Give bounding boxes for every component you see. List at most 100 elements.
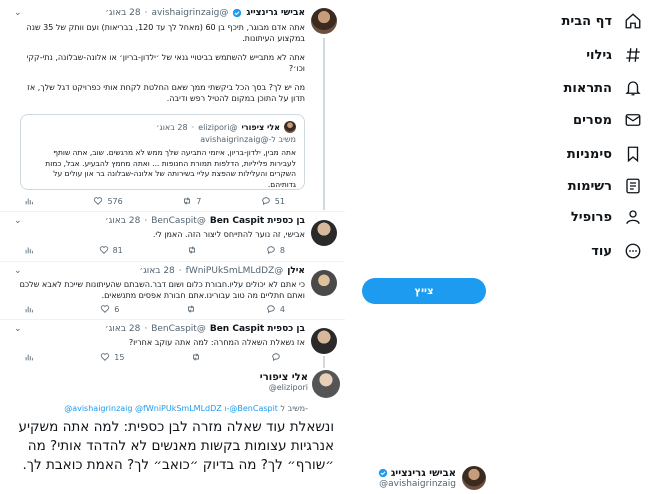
- tweet-actions: 81 8: [24, 245, 285, 255]
- tweet-header: אבישי גרינצייג @avishaigrinzaig · 28 באו…: [105, 8, 305, 18]
- chevron-down-icon[interactable]: ⌄: [14, 324, 22, 334]
- reply-icon: [267, 305, 275, 314]
- tweet-date[interactable]: 28 באוג׳: [139, 266, 174, 276]
- nav-item-explore[interactable]: גילוי: [586, 40, 642, 70]
- tweet-author-handle[interactable]: @BenCaspit: [151, 216, 206, 226]
- heart-icon: [94, 197, 103, 205]
- person-icon: [626, 210, 640, 224]
- avatar[interactable]: [311, 270, 337, 296]
- analytics-button[interactable]: [24, 304, 34, 314]
- quoted-date: 28 באוג׳: [156, 122, 188, 132]
- focused-author-name[interactable]: אלי ציפורי: [260, 372, 308, 383]
- nav-item-more[interactable]: עוד: [591, 236, 642, 266]
- tweet-author-handle[interactable]: @avishaigrinzaig: [152, 8, 229, 18]
- tweet-text-paragraph: אתה אדם מבוגר, תיכף בן 60 (מאחל לך עד 12…: [26, 23, 305, 43]
- verified-badge-icon: [378, 468, 387, 478]
- retweet-button[interactable]: [186, 304, 200, 314]
- retweet-icon: [187, 305, 194, 313]
- tweet-author-handle[interactable]: @fWniPUkSmLMLdDZ: [186, 266, 284, 276]
- tweet-author-name[interactable]: בן כספית Ben Caspit: [210, 216, 305, 226]
- dot-separator: ·: [178, 266, 182, 276]
- like-button[interactable]: 576: [93, 196, 123, 206]
- analytics-button[interactable]: [24, 196, 34, 206]
- nav-label-explore: גילוי: [586, 47, 612, 63]
- bookmark-icon: [627, 146, 639, 163]
- tweet-button[interactable]: צייץ: [362, 278, 486, 304]
- tweet-author-name[interactable]: אבישי גרינצייג: [246, 8, 305, 18]
- tweet-date[interactable]: 28 באוג׳: [105, 8, 140, 18]
- heart-icon: [101, 305, 110, 313]
- nav-label-more: עוד: [591, 243, 612, 259]
- reply-icon: [262, 197, 270, 206]
- thread-line: [323, 356, 325, 368]
- tweet-header: אילן @fWniPUkSmLMLdDZ · 28 באוג׳: [139, 266, 305, 276]
- nav-item-profile[interactable]: פרופיל: [571, 202, 642, 232]
- list-icon: [626, 178, 640, 194]
- verified-badge-icon: [233, 8, 242, 18]
- chevron-down-icon[interactable]: ⌄: [14, 8, 22, 18]
- avatar[interactable]: [311, 328, 337, 354]
- tweet-text-paragraph: אתה לא מתבייש להשתמש בביטויי גנאי של ׳יל…: [26, 53, 305, 73]
- dot-separator: ·: [144, 8, 148, 18]
- reply-button[interactable]: 51: [261, 196, 285, 206]
- hashtag-icon: [626, 48, 640, 62]
- more-circle-icon: [625, 243, 641, 259]
- nav-label-notifications: התראות: [563, 80, 612, 96]
- tweet[interactable]: בן כספית Ben Caspit @BenCaspit · 28 באוג…: [0, 320, 345, 368]
- nav-label-home: דף הבית: [561, 13, 612, 29]
- tweet-date[interactable]: 28 באוג׳: [105, 216, 140, 226]
- like-button[interactable]: 6: [100, 304, 119, 314]
- reply-icon: [267, 246, 275, 255]
- retweet-button[interactable]: [191, 352, 205, 362]
- like-count: 81: [112, 245, 123, 255]
- focused-author-handle[interactable]: @elizipori: [260, 383, 308, 392]
- reply-count: 8: [279, 245, 285, 255]
- tweet-author-handle[interactable]: @BenCaspit: [151, 324, 206, 334]
- dot-separator: ·: [144, 324, 148, 334]
- tweet[interactable]: בן כספית Ben Caspit @BenCaspit · 28 באוג…: [0, 212, 345, 262]
- nav-item-notifications[interactable]: התראות: [564, 73, 642, 103]
- analytics-button[interactable]: [24, 352, 34, 362]
- tweet-header: בן כספית Ben Caspit @BenCaspit · 28 באוג…: [105, 324, 305, 334]
- home-icon: [625, 13, 641, 29]
- analytics-button[interactable]: [24, 245, 34, 255]
- nav-item-bookmarks[interactable]: סימניות: [567, 139, 642, 169]
- avatar: [284, 121, 296, 133]
- quoted-tweet-header: אלי ציפורי @elizipori · 28 באוג׳: [156, 121, 296, 133]
- account-switcher[interactable]: אבישי גרינצייג @avishaigrinzaig: [378, 466, 486, 490]
- reply-button[interactable]: [271, 352, 285, 362]
- chevron-down-icon[interactable]: ⌄: [14, 216, 22, 226]
- focused-reply-to: @avishaigrinzaig @fWniPUkSmLMLdDZ ו-@Ben…: [14, 404, 308, 413]
- tweet-date[interactable]: 28 באוג׳: [105, 324, 140, 334]
- avatar[interactable]: [311, 8, 337, 34]
- nav-label-profile: פרופיל: [570, 209, 612, 225]
- nav-item-home[interactable]: דף הבית: [561, 6, 642, 36]
- tweet-author-name[interactable]: אילן: [287, 266, 305, 276]
- focused-tweet-text: ונשאלת עוד שאלה מזרה לבן כספית: למה אתה …: [18, 419, 335, 473]
- tweet-text: אבישי, זה נוער להתייחס ליצור הזה. האמן ל…: [152, 230, 305, 239]
- nav-item-lists[interactable]: רשימות: [568, 171, 642, 201]
- tweet-author-name[interactable]: בן כספית Ben Caspit: [210, 324, 305, 334]
- avatar[interactable]: [312, 370, 340, 398]
- like-button[interactable]: 15: [100, 352, 124, 362]
- timeline: אבישי גרינצייג @avishaigrinzaig · 28 באו…: [0, 0, 348, 494]
- tweet-actions: 6 4: [24, 304, 285, 314]
- quoted-tweet[interactable]: אלי ציפורי @elizipori · 28 באוג׳ משיב ל-…: [20, 114, 305, 190]
- reply-button[interactable]: 4: [266, 304, 285, 314]
- like-button[interactable]: 81: [99, 245, 123, 255]
- reply-to-handles[interactable]: @avishaigrinzaig @fWniPUkSmLMLdDZ ו-@Ben…: [64, 404, 278, 413]
- retweet-count: 7: [196, 196, 202, 206]
- reply-button[interactable]: 8: [266, 245, 285, 255]
- tweet-text: אז נשאלת השאלה המחרה: למה אתה עוקב אחריו…: [128, 338, 305, 347]
- retweet-button[interactable]: 7: [182, 196, 201, 206]
- quoted-author-handle: @elizipori: [198, 122, 238, 132]
- retweet-button[interactable]: [187, 245, 201, 255]
- tweet[interactable]: אבישי גרינצייג @avishaigrinzaig · 28 באו…: [0, 0, 345, 212]
- reply-count: 4: [279, 304, 285, 314]
- chevron-down-icon[interactable]: ⌄: [14, 266, 22, 276]
- nav-item-messages[interactable]: מסרים: [573, 105, 642, 135]
- dot-separator: ·: [191, 122, 195, 132]
- tweet[interactable]: אילן @fWniPUkSmLMLdDZ · 28 באוג׳ ⌄ כי את…: [0, 262, 345, 320]
- avatar[interactable]: [311, 220, 337, 246]
- bell-icon: [625, 81, 641, 96]
